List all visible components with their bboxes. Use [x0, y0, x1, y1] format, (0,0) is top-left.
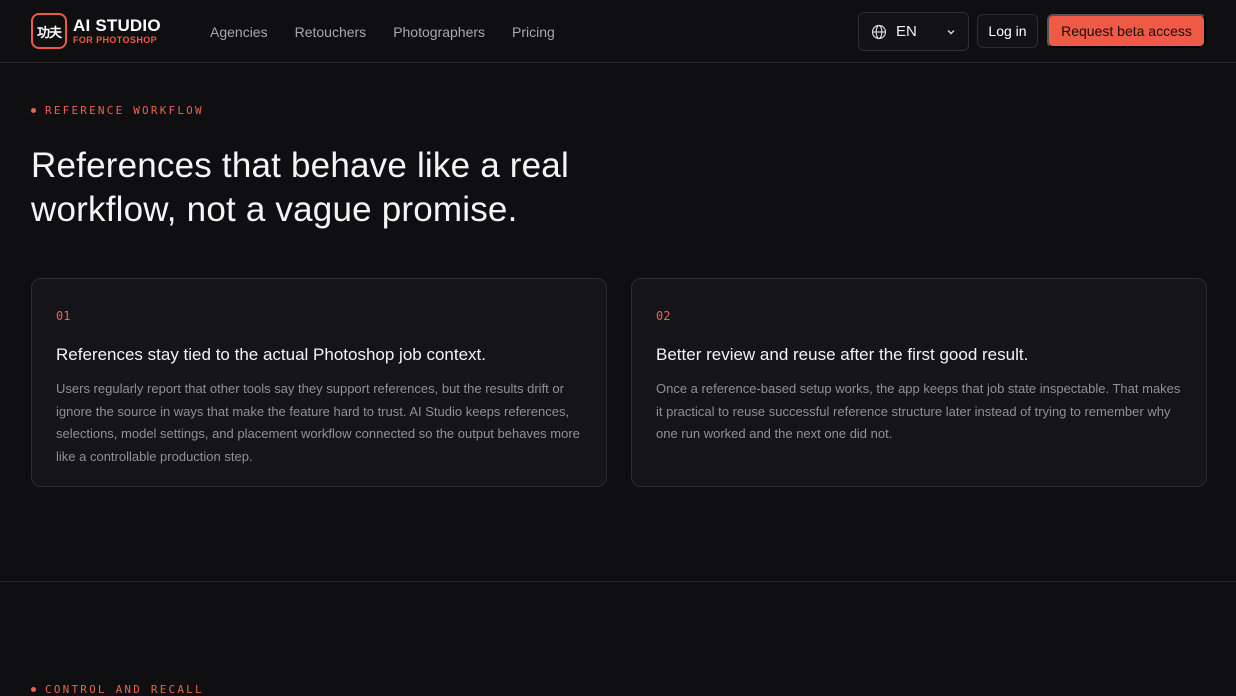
feature-card-2: 02 Better review and reuse after the fir…	[631, 278, 1207, 487]
card-body: Users regularly report that other tools …	[56, 381, 580, 464]
top-navbar: 功夫 AI STUDIO FOR PHOTOSHOP Agencies Reto…	[0, 0, 1236, 63]
card-number: 02	[656, 309, 671, 323]
section-divider	[0, 581, 1236, 582]
request-beta-access-button[interactable]: Request beta access	[1047, 14, 1206, 48]
login-button[interactable]: Log in	[977, 14, 1038, 48]
language-value: EN	[896, 23, 917, 40]
logo-subtitle: FOR PHOTOSHOP	[73, 35, 158, 45]
nav-link-agencies[interactable]: Agencies	[210, 24, 268, 40]
chevron-down-icon	[946, 27, 956, 37]
logo-title: AI STUDIO	[73, 16, 161, 35]
nav-link-pricing[interactable]: Pricing	[512, 24, 555, 40]
card-title: References stay tied to the actual Photo…	[56, 345, 486, 364]
feature-card-1: 01 References stay tied to the actual Ph…	[31, 278, 607, 487]
card-body: Once a reference-based setup works, the …	[656, 381, 1181, 441]
eyebrow-dot	[31, 108, 36, 113]
main-nav: Agencies Retouchers Photographers Pricin…	[210, 0, 555, 63]
eyebrow-label: REFERENCE WORKFLOW	[45, 104, 204, 117]
section-eyebrow: REFERENCE WORKFLOW	[31, 104, 204, 117]
card-title: Better review and reuse after the first …	[656, 345, 1029, 364]
nav-link-retouchers[interactable]: Retouchers	[295, 24, 367, 40]
next-section-eyebrow: CONTROL AND RECALL	[31, 683, 204, 696]
card-number: 01	[56, 309, 71, 323]
nav-link-photographers[interactable]: Photographers	[393, 24, 485, 40]
brand-logo[interactable]: 功夫 AI STUDIO FOR PHOTOSHOP	[31, 13, 161, 49]
eyebrow-dot	[31, 687, 36, 692]
logo-wordmark: AI STUDIO FOR PHOTOSHOP	[73, 17, 161, 45]
language-select[interactable]: EN	[858, 12, 969, 51]
globe-icon	[871, 24, 887, 40]
logo-mark: 功夫	[31, 13, 67, 49]
next-eyebrow-label: CONTROL AND RECALL	[45, 683, 204, 696]
section-headline: References that behave like a real workf…	[31, 146, 569, 229]
